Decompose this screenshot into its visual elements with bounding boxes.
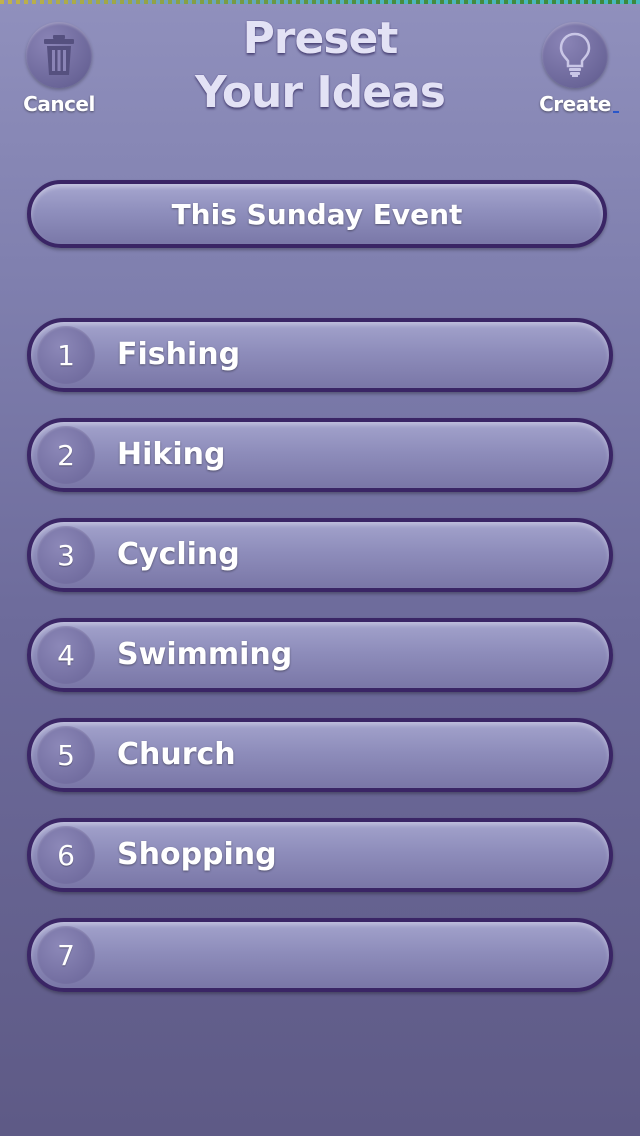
item-label: Hiking [117, 437, 226, 472]
item-number: 4 [57, 638, 75, 672]
item-number-badge: 7 [37, 926, 95, 984]
list-item[interactable]: 6 Shopping [27, 818, 613, 892]
item-number: 3 [57, 538, 75, 572]
title-line-2: Your Ideas [195, 67, 446, 118]
trash-icon [26, 22, 92, 88]
item-number-badge: 5 [37, 726, 95, 784]
create-label: Create [539, 92, 611, 116]
item-number-badge: 6 [37, 826, 95, 884]
item-number-badge: 3 [37, 526, 95, 584]
idea-list: 1 Fishing 2 Hiking 3 Cycling 4 Swimming … [27, 318, 613, 1018]
item-number: 6 [57, 838, 75, 872]
lightbulb-icon [542, 22, 608, 88]
item-number: 1 [57, 338, 75, 372]
create-button[interactable]: Create [530, 22, 620, 122]
item-number: 2 [57, 438, 75, 472]
event-name-field[interactable]: This Sunday Event [27, 180, 607, 248]
list-item[interactable]: 2 Hiking [27, 418, 613, 492]
item-label: Cycling [117, 537, 240, 572]
item-number: 5 [57, 738, 75, 772]
item-number-badge: 1 [37, 326, 95, 384]
item-label: Shopping [117, 837, 277, 872]
item-number-badge: 2 [37, 426, 95, 484]
underline-mark [613, 111, 619, 113]
top-decorative-border [0, 0, 640, 4]
item-number-badge: 4 [37, 626, 95, 684]
page-title: Preset Your Ideas [160, 12, 480, 120]
cancel-label: Cancel [23, 92, 95, 116]
cancel-button[interactable]: Cancel [14, 22, 104, 122]
item-label: Swimming [117, 637, 293, 672]
list-item[interactable]: 4 Swimming [27, 618, 613, 692]
list-item[interactable]: 3 Cycling [27, 518, 613, 592]
list-item[interactable]: 7 [27, 918, 613, 992]
item-label: Fishing [117, 337, 241, 372]
list-item[interactable]: 5 Church [27, 718, 613, 792]
item-label: Church [117, 737, 236, 772]
list-item[interactable]: 1 Fishing [27, 318, 613, 392]
item-number: 7 [57, 938, 75, 972]
title-line-1: Preset [242, 13, 399, 64]
event-name-text: This Sunday Event [171, 197, 463, 231]
